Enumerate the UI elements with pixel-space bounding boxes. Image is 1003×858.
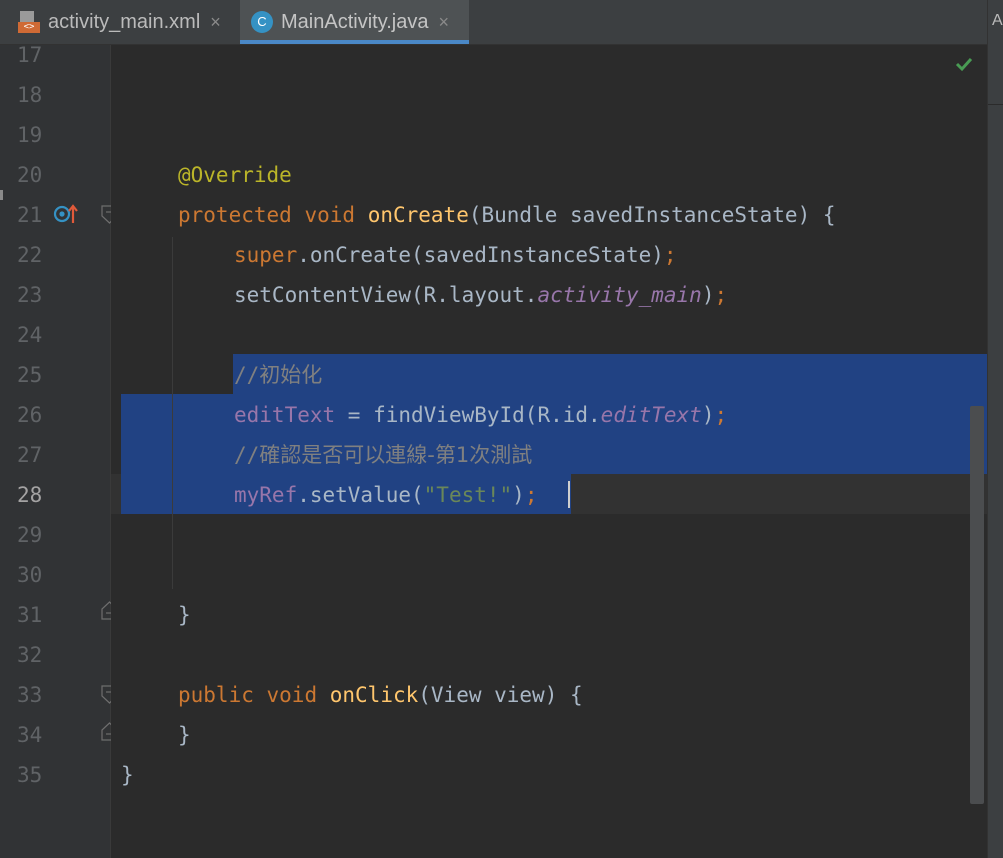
text-selection — [233, 354, 987, 394]
line-number: 17 — [17, 43, 43, 67]
code-line-27: //確認是否可以連線-第1次測試 — [234, 443, 533, 467]
indent-guide — [172, 237, 173, 589]
line-number: 33 — [17, 683, 43, 707]
line-number-gutter[interactable]: 17 18 19 20 21 22 23 24 25 26 27 28 29 3… — [0, 43, 118, 858]
check-icon[interactable] — [954, 54, 974, 74]
line-number: 22 — [17, 243, 43, 267]
code-line-34: } — [178, 723, 191, 747]
line-number: 20 — [17, 163, 43, 187]
line-number: 35 — [17, 763, 43, 787]
line-number: 27 — [17, 443, 43, 467]
line-number: 29 — [17, 523, 43, 547]
close-tab-icon[interactable]: × — [210, 12, 221, 33]
tab-label: activity_main.xml — [48, 10, 201, 33]
code-line-23: setContentView(R.layout.activity_main); — [234, 283, 728, 307]
java-class-icon: C — [251, 11, 273, 33]
code-line-35: } — [121, 763, 134, 787]
code-line-22: super.onCreate(savedInstanceState); — [234, 243, 677, 267]
line-number: 24 — [17, 323, 43, 347]
line-number-current: 28 — [17, 483, 43, 507]
text-cursor — [568, 481, 570, 508]
code-line-33: public void onClick(View view) { — [178, 683, 583, 707]
code-editor[interactable]: @Override protected void onCreate(Bundle… — [111, 45, 987, 858]
line-number: 25 — [17, 363, 43, 387]
overrides-method-icon[interactable] — [53, 202, 79, 226]
code-line-31: } — [178, 603, 191, 627]
code-line-26: editText = findViewById(R.id.editText); — [234, 403, 728, 427]
close-tab-icon[interactable]: × — [438, 12, 449, 33]
code-line-28: myRef.setValue("Test!"); — [234, 483, 538, 507]
line-number: 19 — [17, 123, 43, 147]
code-line-25: //初始化 — [234, 363, 323, 387]
xml-file-icon: <> — [18, 11, 40, 33]
line-number: 31 — [17, 603, 43, 627]
line-number: 23 — [17, 283, 43, 307]
line-number: 21 — [17, 203, 43, 227]
line-number: 26 — [17, 403, 43, 427]
line-number: 32 — [17, 643, 43, 667]
tool-window-label[interactable]: A — [992, 12, 1003, 30]
code-line-20: @Override — [178, 163, 292, 187]
right-tool-strip: A — [987, 0, 1003, 858]
line-number: 34 — [17, 723, 43, 747]
line-number: 30 — [17, 563, 43, 587]
code-line-21: protected void onCreate(Bundle savedInst… — [178, 203, 836, 227]
tab-mainactivity-java[interactable]: C MainActivity.java × — [240, 0, 469, 44]
vertical-scrollbar-thumb[interactable] — [970, 406, 984, 804]
line-number: 18 — [17, 83, 43, 107]
gutter-marker — [0, 190, 3, 200]
editor-tab-bar: <> activity_main.xml × C MainActivity.ja… — [0, 0, 987, 45]
tab-label: MainActivity.java — [281, 10, 429, 33]
